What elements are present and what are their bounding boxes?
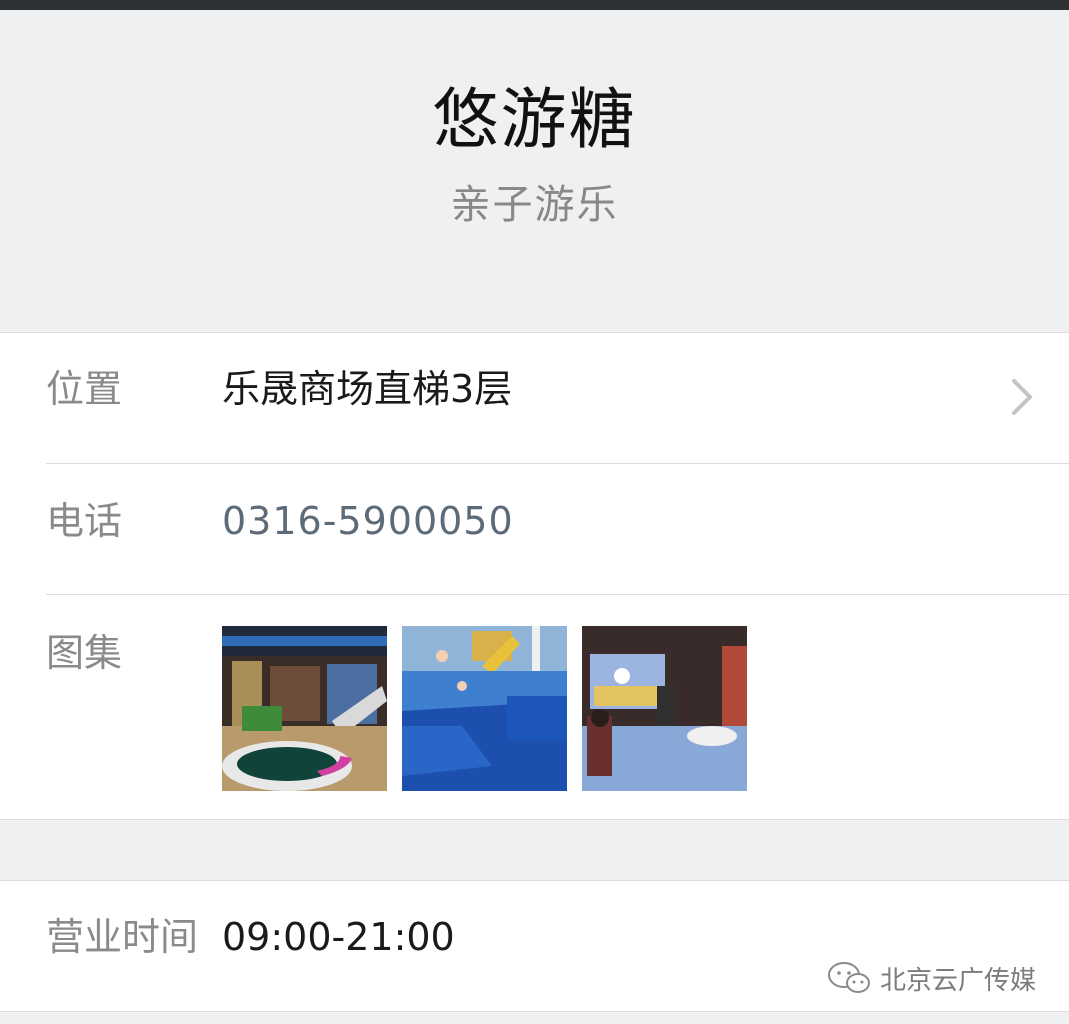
gallery-row: 图集	[0, 595, 1069, 819]
hours-label: 营业时间	[46, 915, 199, 959]
gallery-thumbnail-ball-pool[interactable]	[402, 626, 567, 791]
shop-title: 悠游糖	[432, 81, 637, 158]
watermark: 北京云广传媒	[826, 960, 1036, 996]
gallery-label: 图集	[46, 631, 123, 675]
phone-number-link[interactable]: 0316-5900050	[222, 497, 514, 545]
gallery-thumbnail-projection-game[interactable]	[582, 626, 747, 791]
phone-label: 电话	[46, 499, 123, 543]
wechat-icon	[828, 962, 870, 993]
watermark-text: 北京云广传媒	[880, 965, 1037, 996]
shop-header: 悠游糖 亲子游乐	[0, 10, 1069, 332]
shop-info-card: 位置 乐晟商场直梯3层 电话 0316-5900050 图集	[0, 332, 1069, 820]
status-bar	[0, 0, 1069, 10]
shop-category: 亲子游乐	[450, 182, 619, 228]
location-row[interactable]: 位置 乐晟商场直梯3层	[0, 333, 1069, 463]
hours-value: 09:00-21:00	[222, 915, 455, 959]
location-label: 位置	[46, 367, 123, 411]
location-value: 乐晟商场直梯3层	[222, 367, 513, 411]
gallery-thumbnail-playground[interactable]	[222, 626, 387, 791]
phone-row[interactable]: 电话 0316-5900050	[0, 464, 1069, 594]
chevron-right-icon	[1012, 379, 1032, 415]
